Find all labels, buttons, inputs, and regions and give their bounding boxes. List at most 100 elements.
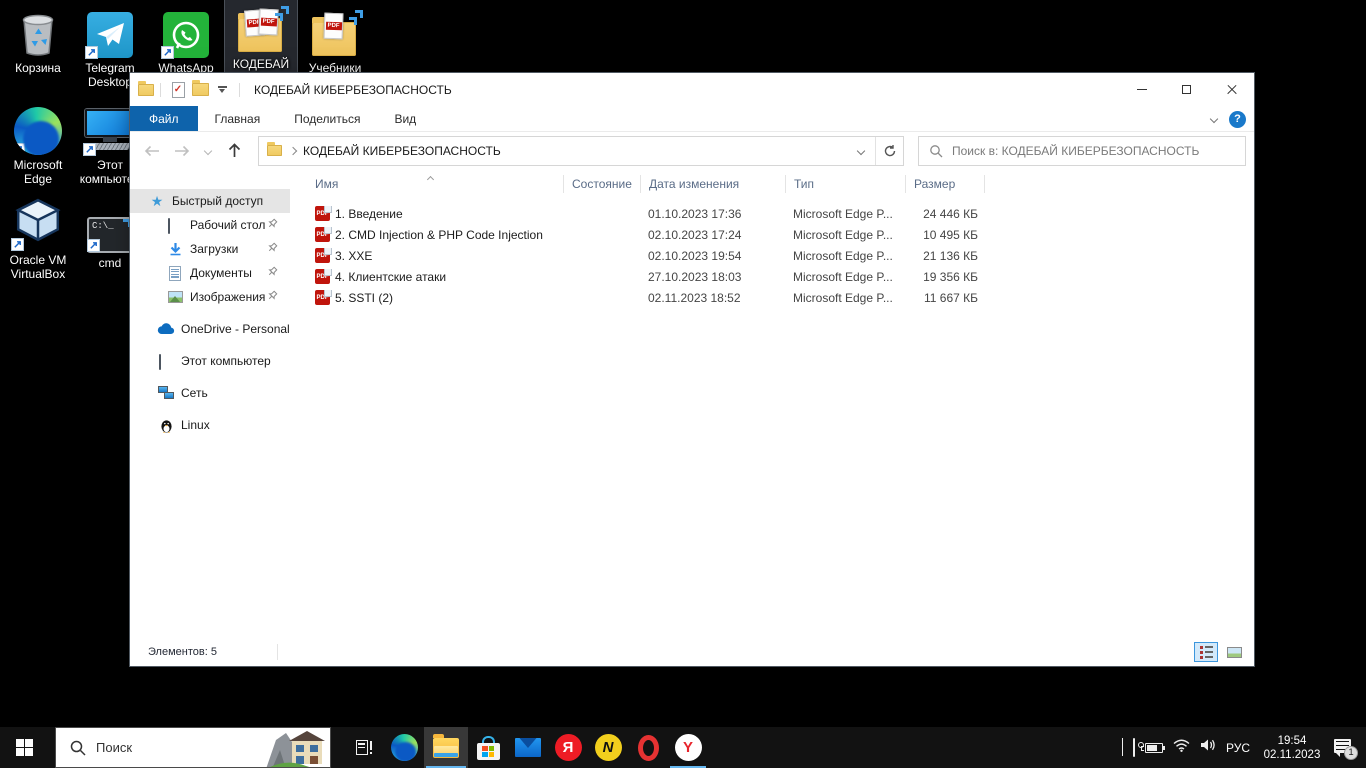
sidebar-item-onedrive[interactable]: OneDrive - Personal [130,317,290,341]
file-row[interactable]: PDF4. Клиентские атаки 27.10.2023 18:03 … [290,266,1254,287]
pictures-icon [166,291,184,303]
tab-home[interactable]: Главная [198,106,278,131]
file-row[interactable]: PDF5. SSTI (2) 02.11.2023 18:52 Microsof… [290,287,1254,308]
minimize-button[interactable] [1119,73,1164,106]
file-row[interactable]: PDF3. XXE 02.10.2023 19:54 Microsoft Edg… [290,245,1254,266]
documents-icon [166,266,184,281]
maximize-button[interactable] [1164,73,1209,106]
taskbar-mail-button[interactable] [508,727,548,768]
tray-volume-button[interactable] [1200,738,1216,757]
recycle-bin-icon [15,6,61,58]
up-button[interactable] [222,139,246,163]
sidebar-item-downloads[interactable]: Загрузки [130,237,290,261]
notification-center-button[interactable]: 1 [1334,738,1356,758]
window-folder-icon [138,84,154,96]
taskbar-explorer-button[interactable] [424,727,468,768]
forward-button[interactable] [170,139,194,163]
task-view-icon [356,740,373,755]
column-header-name[interactable]: Имя [290,175,563,193]
thumbnails-view-icon [1227,647,1242,658]
file-list: Имя Состояние Дата изменения Тип Размер … [290,169,1254,638]
sidebar-item-pictures[interactable]: Изображения [130,285,290,309]
shortcut-arrow-icon [87,239,100,252]
dropdown-icon [218,86,227,93]
column-header-status[interactable]: Состояние [563,175,640,193]
column-header-type[interactable]: Тип [785,175,905,193]
cmd-icon: C:\_ [87,201,133,253]
qat-new-folder-button[interactable] [189,79,211,101]
desktop-icon-recycle-bin[interactable]: Корзина [2,4,74,77]
details-view-button[interactable] [1194,642,1218,662]
telegram-icon [87,6,133,58]
sidebar-item-network[interactable]: Сеть [130,381,290,405]
taskbar-store-button[interactable] [468,727,508,768]
taskbar-clock[interactable]: 19:54 02.11.2023 [1260,734,1324,762]
address-bar[interactable]: КОДЕБАЙ КИБЕРБЕЗОПАСНОСТЬ [258,136,904,166]
shortcut-arrow-icon [161,46,174,59]
file-row[interactable]: PDF2. CMD Injection & PHP Code Injection… [290,224,1254,245]
desktop-icon-label: Корзина [15,61,61,75]
thumbnails-view-button[interactable] [1222,642,1246,662]
taskbar-yandex-browser-button[interactable]: Y [668,727,708,768]
tray-wifi-button[interactable] [1173,739,1190,757]
desktop-icon-edge[interactable]: Microsoft Edge [2,101,74,188]
taskbar-opera-button[interactable] [628,727,668,768]
clock-date: 02.11.2023 [1260,748,1324,762]
refresh-button[interactable] [875,137,903,165]
close-button[interactable] [1209,73,1254,106]
taskbar-search-input[interactable]: Поиск [55,727,331,768]
desktop-icon-whatsapp[interactable]: WhatsApp [150,4,222,77]
desktop-folder-icon [166,219,184,231]
start-button[interactable] [0,727,48,768]
pin-icon [267,218,278,232]
search-placeholder: Поиск [96,740,132,755]
chevron-up-icon [1122,738,1123,756]
sidebar-item-linux[interactable]: Linux [130,413,290,437]
desktop-icon-kodebay[interactable]: PDF PDF КОДЕБАЙ [225,0,297,73]
desktop-icon-label: Oracle VM VirtualBox [2,253,74,281]
quick-access-star-icon: ★ [148,195,166,207]
sidebar-item-quick-access[interactable]: ★ Быстрый доступ [130,189,290,213]
sidebar-item-documents[interactable]: Документы [130,261,290,285]
taskbar-yellow-app-button[interactable]: N [588,727,628,768]
sidebar-item-this-pc[interactable]: Этот компьютер [130,349,290,373]
pdf-icon: PDF [315,290,330,305]
desktop-icon-virtualbox[interactable]: Oracle VM VirtualBox [2,196,74,283]
status-bar: Элементов: 5 [130,638,1254,666]
address-dropdown-button[interactable] [847,137,875,165]
back-button[interactable] [140,139,164,163]
desktop: Корзина Telegram Desktop WhatsApp [0,0,1366,768]
tab-view[interactable]: Вид [377,106,433,131]
language-indicator[interactable]: РУС [1226,741,1250,755]
tray-battery-button[interactable] [1145,743,1163,753]
recent-locations-button[interactable] [200,139,216,163]
file-row[interactable]: PDF1. Введение 01.10.2023 17:36 Microsof… [290,203,1254,224]
file-explorer-icon [433,738,459,758]
tray-display-button[interactable] [1133,739,1135,757]
qat-customize-button[interactable] [211,79,233,101]
downloads-icon [166,242,184,256]
system-tray: РУС 19:54 02.11.2023 1 [1122,727,1366,768]
explorer-search-input[interactable]: Поиск в: КОДЕБАЙ КИБЕРБЕЗОПАСНОСТЬ [918,136,1246,166]
taskbar-yandex-button[interactable]: Я [548,727,588,768]
expand-ribbon-icon[interactable] [1210,115,1218,123]
network-icon [157,386,175,400]
pdf-icon: PDF [315,227,330,242]
tray-expand-button[interactable] [1122,739,1123,757]
taskbar-edge-button[interactable] [384,727,424,768]
tab-share[interactable]: Поделиться [277,106,377,131]
column-header-date[interactable]: Дата изменения [640,175,785,193]
task-view-button[interactable] [344,727,384,768]
breadcrumb-chevron-icon [289,146,297,154]
desktop-icon-uchebniki[interactable]: PDF Учебники [299,4,371,77]
desktop-icon-label: КОДЕБАЙ [233,57,289,71]
onedrive-cloud-icon [157,323,175,335]
this-pc-icon [157,355,175,367]
sidebar-item-desktop[interactable]: Рабочий стол [130,213,290,237]
tab-file[interactable]: Файл [130,106,198,131]
titlebar[interactable]: ✓ КОДЕБАЙ КИБЕРБЕЗОПАСНОСТЬ [130,73,1254,106]
windows-logo-icon [16,739,33,756]
column-header-size[interactable]: Размер [905,175,985,193]
qat-properties-button[interactable]: ✓ [167,79,189,101]
help-icon[interactable]: ? [1229,111,1246,128]
